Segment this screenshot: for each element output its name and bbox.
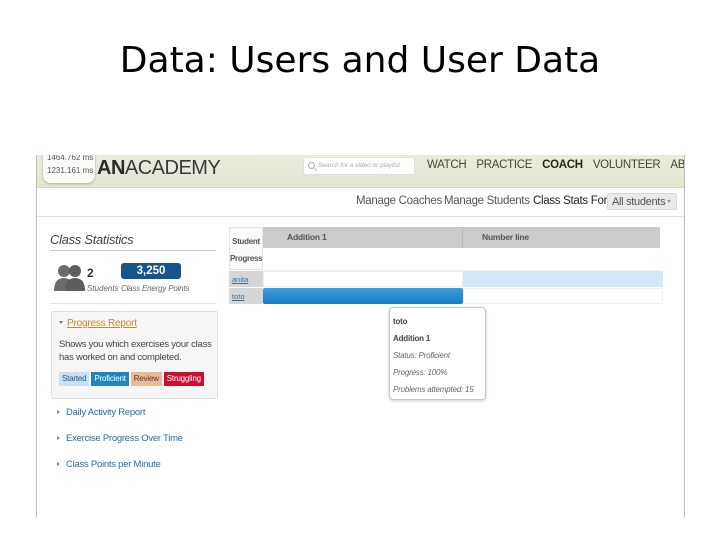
logo-bold-text: AN <box>97 157 125 179</box>
students-icon <box>54 265 85 291</box>
timing-value: 1464.762 ms <box>47 155 94 162</box>
nav-practice[interactable]: PRACTICE <box>476 159 532 171</box>
logo[interactable]: ANACADEMY <box>97 157 221 180</box>
coach-subnav: Manage Coaches Manage Students Class Sta… <box>37 188 684 217</box>
timing-overlay: 1464.762 ms 1231.161 ms <box>43 155 95 183</box>
tooltip-progress: Progress: 100% <box>393 368 448 377</box>
progress-header-label: Progress <box>230 254 263 263</box>
student-filter-value: All students <box>612 196 666 208</box>
search-placeholder: Search for a video or playlist <box>318 162 401 169</box>
nav-coach[interactable]: COACH <box>542 159 583 171</box>
status-legend: Started Proficient Review Struggling <box>59 372 204 386</box>
exercise-header-row: Addition 1 Number line <box>263 227 660 248</box>
progress-report-title: Progress Report <box>67 318 137 329</box>
student-filter-select[interactable]: All students <box>607 193 677 210</box>
progress-cell-toto-number-line[interactable] <box>463 288 663 304</box>
manage-coaches-link[interactable]: Manage Coaches <box>356 195 442 207</box>
timing-value: 1231.161 ms <box>47 166 94 175</box>
caret-right-icon <box>57 462 60 466</box>
student-name-anita[interactable]: anita <box>229 271 263 287</box>
legend-review: Review <box>130 372 162 386</box>
progress-tooltip: toto Addition 1 Status: Proficient Progr… <box>389 307 486 400</box>
progress-cell-anita-addition-1[interactable] <box>263 271 463 287</box>
daily-activity-report-link[interactable]: Daily Activity Report <box>57 407 145 418</box>
progress-cell-anita-number-line[interactable] <box>463 271 663 287</box>
divider <box>50 303 216 304</box>
divider <box>50 250 216 251</box>
tooltip-status: Status: Proficient <box>393 351 450 360</box>
nav-about[interactable]: ABOUT <box>670 159 684 171</box>
student-progress-header: Student Progress <box>229 227 263 270</box>
students-label: Students <box>87 284 119 293</box>
report-label: Exercise Progress Over Time <box>66 433 183 444</box>
exercise-column-header[interactable]: Number line <box>482 232 529 242</box>
exercise-progress-over-time-link[interactable]: Exercise Progress Over Time <box>57 433 183 444</box>
progress-report-link[interactable]: Progress Report <box>59 318 137 329</box>
student-name-toto[interactable]: toto <box>229 288 263 304</box>
search-icon <box>308 162 315 169</box>
caret-right-icon <box>57 410 60 414</box>
search-input[interactable]: Search for a video or playlist <box>303 157 415 175</box>
class-points-per-minute-link[interactable]: Class Points per Minute <box>57 459 161 470</box>
legend-struggling: Struggling <box>163 372 204 386</box>
main-nav: WATCH PRACTICE COACH VOLUNTEER ABOUT <box>427 159 684 171</box>
tooltip-student: toto <box>393 317 408 326</box>
khan-academy-screenshot: ANACADEMY 1464.762 ms 1231.161 ms Search… <box>36 155 685 517</box>
progress-cell-toto-addition-1[interactable] <box>263 288 463 304</box>
chevron-down-icon <box>667 200 671 203</box>
caret-right-icon <box>57 436 60 440</box>
legend-started: Started <box>59 372 90 386</box>
class-stats-for-label: Class Stats For <box>533 195 608 207</box>
tooltip-problems-attempted: Problems attempted: 15 <box>393 385 474 394</box>
nav-watch[interactable]: WATCH <box>427 159 467 171</box>
class-statistics-heading: Class Statistics <box>50 232 134 247</box>
report-label: Class Points per Minute <box>66 459 161 470</box>
energy-points-badge: 3,250 <box>121 263 181 279</box>
caret-down-icon <box>59 321 63 324</box>
column-divider <box>462 227 463 248</box>
progress-report-description: Shows you which exercises your class has… <box>59 339 212 363</box>
progress-report-card: Progress Report Shows you which exercise… <box>51 311 218 399</box>
nav-volunteer[interactable]: VOLUNTEER <box>593 159 661 171</box>
slide-title: Data: Users and User Data <box>119 40 601 81</box>
top-header-bar: ANACADEMY 1464.762 ms 1231.161 ms Search… <box>37 155 684 188</box>
grid-spacer <box>263 248 660 270</box>
legend-proficient: Proficient <box>91 372 129 386</box>
energy-points-label: Class Energy Points <box>121 284 190 293</box>
student-header-label: Student <box>232 237 260 246</box>
tooltip-exercise: Addition 1 <box>393 334 431 343</box>
manage-students-link[interactable]: Manage Students <box>444 195 530 207</box>
report-label: Daily Activity Report <box>66 407 146 418</box>
exercise-column-header[interactable]: Addition 1 <box>287 232 327 242</box>
student-count: 2 <box>87 266 94 280</box>
logo-text: ACADEMY <box>124 157 221 179</box>
